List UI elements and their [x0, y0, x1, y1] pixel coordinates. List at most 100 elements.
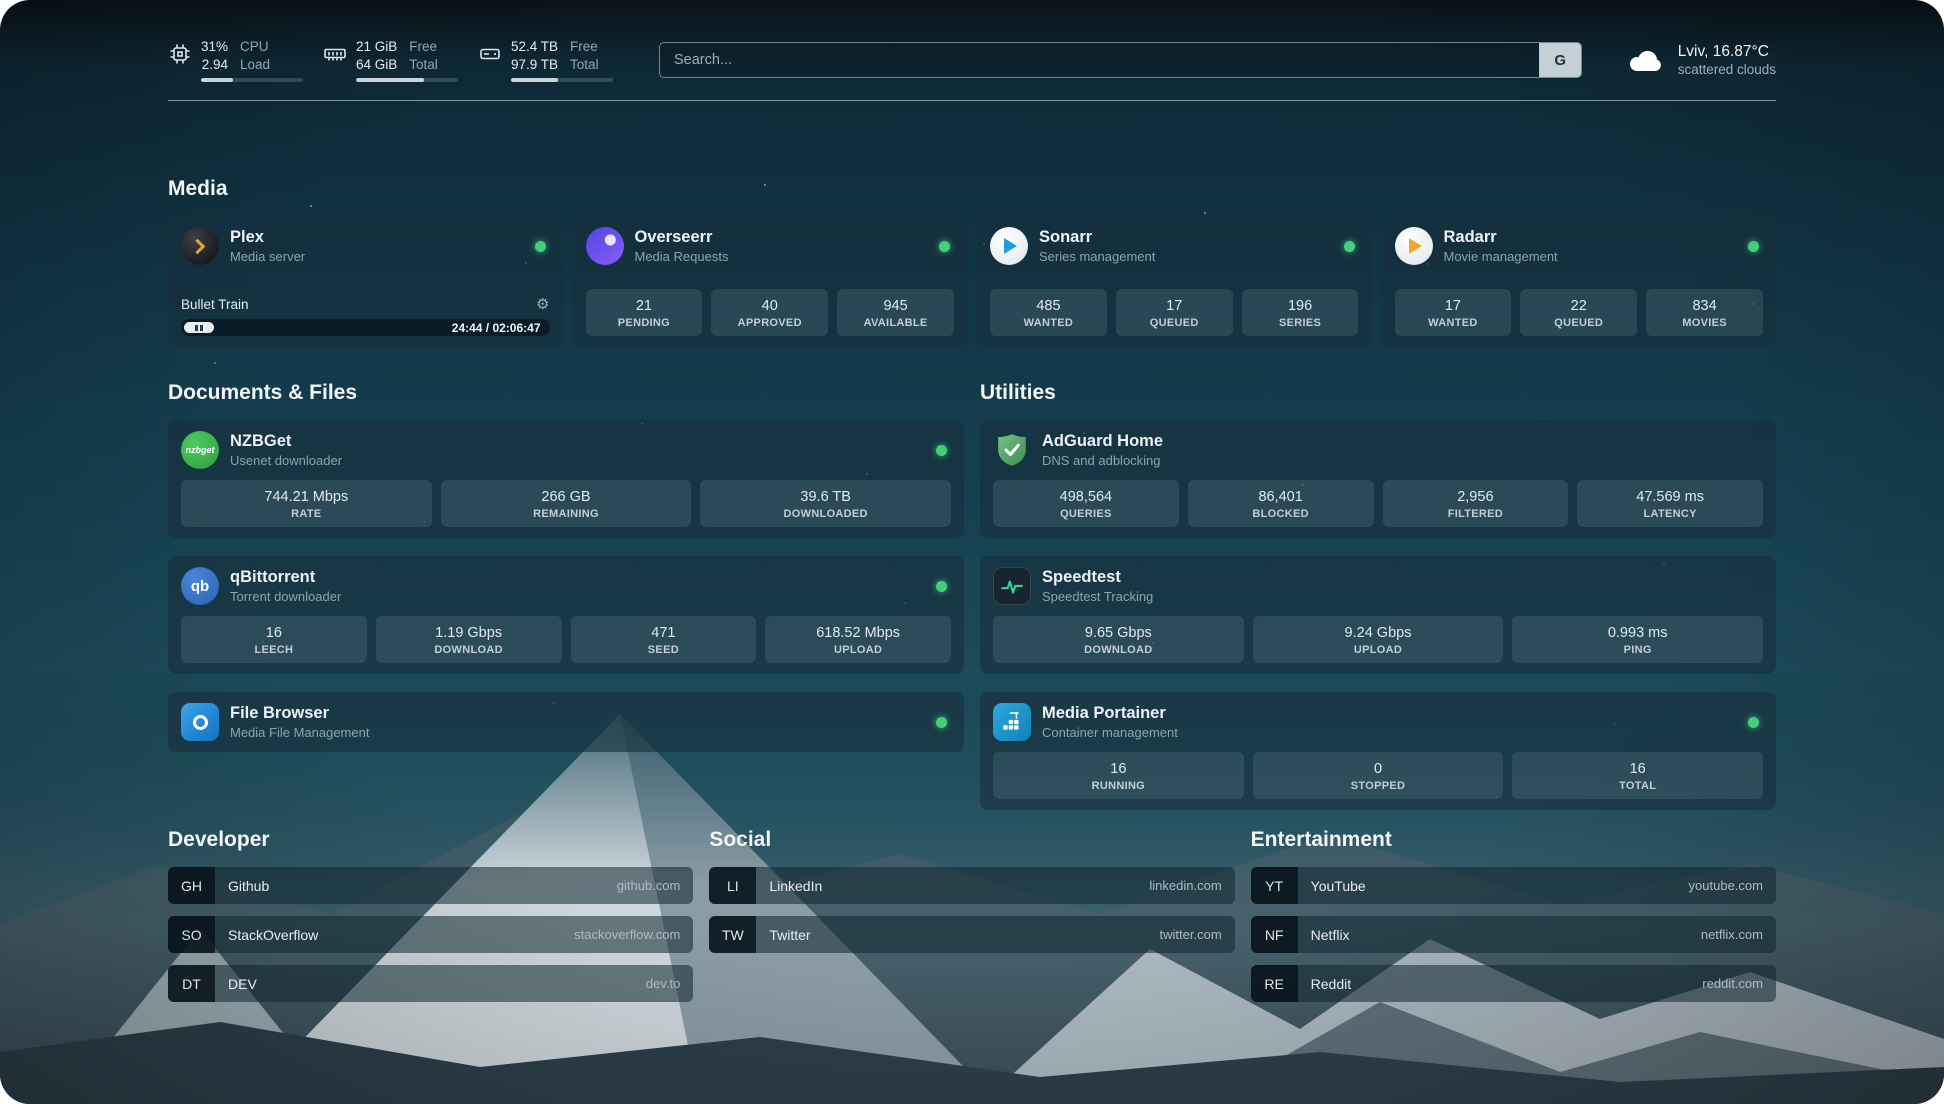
bookmark-group-social: Social LI LinkedIn linkedin.com TW Twitt…	[709, 828, 1234, 1014]
service-desc: DNS and adblocking	[1042, 452, 1163, 469]
service-desc: Media Requests	[635, 248, 729, 265]
service-card-sonarr[interactable]: Sonarr Series management 485WANTED 17QUE…	[977, 216, 1372, 347]
stat-tile: 834MOVIES	[1646, 289, 1763, 336]
service-name: Overseerr	[635, 227, 729, 248]
stat-tile: 471SEED	[571, 616, 757, 663]
bookmark-abbr: NF	[1251, 916, 1298, 953]
header-divider	[168, 100, 1776, 101]
now-playing-title: Bullet Train	[181, 297, 249, 312]
service-card-nzbget[interactable]: nzbget NZBGet Usenet downloader 744.21 M…	[168, 420, 964, 538]
service-card-overseerr[interactable]: Overseerr Media Requests 21PENDING 40APP…	[573, 216, 968, 347]
speedtest-icon	[993, 567, 1031, 605]
pause-button[interactable]	[184, 322, 214, 333]
disk-free: 52.4 TB	[511, 38, 558, 55]
radarr-icon	[1395, 227, 1433, 265]
sonarr-icon	[990, 227, 1028, 265]
bookmark-url: linkedin.com	[1149, 878, 1234, 893]
portainer-whale-icon	[993, 703, 1031, 741]
stat-tile: 196SERIES	[1242, 289, 1359, 336]
bookmark-name: Reddit	[1298, 976, 1351, 992]
cpu-progress-bar	[201, 78, 303, 82]
status-dot	[936, 445, 947, 456]
adguard-shield-icon	[993, 431, 1031, 469]
bookmark-abbr: GH	[168, 867, 215, 904]
stat-tile: 22QUEUED	[1520, 289, 1637, 336]
weather-condition: scattered clouds	[1678, 61, 1776, 78]
bookmark-url: youtube.com	[1689, 878, 1776, 893]
stat-tile: 39.6 TBDOWNLOADED	[700, 480, 951, 527]
weather-location: Lviv, 16.87°C	[1678, 42, 1776, 61]
bookmark-netflix[interactable]: NF Netflix netflix.com	[1251, 916, 1776, 953]
dashboard-screen: 31% CPU 2.94 Load 21 GiB Free	[0, 0, 1944, 1104]
bookmark-url: netflix.com	[1701, 927, 1776, 942]
cpu-widget: 31% CPU 2.94 Load	[168, 38, 303, 82]
section-title-utilities: Utilities	[980, 381, 1776, 405]
service-name: Media Portainer	[1042, 703, 1178, 724]
bookmark-url: stackoverflow.com	[574, 927, 693, 942]
bookmark-name: DEV	[215, 976, 257, 992]
weather-widget: Lviv, 16.87°C scattered clouds	[1626, 42, 1776, 78]
stat-tile: 17QUEUED	[1116, 289, 1233, 336]
stat-tile: 16TOTAL	[1512, 752, 1763, 799]
bookmark-twitter[interactable]: TW Twitter twitter.com	[709, 916, 1234, 953]
bookmark-dev[interactable]: DT DEV dev.to	[168, 965, 693, 1002]
overseerr-icon	[586, 227, 624, 265]
bookmark-abbr: TW	[709, 916, 756, 953]
stat-tile: 9.24 GbpsUPLOAD	[1253, 616, 1504, 663]
bookmark-group-entertainment: Entertainment YT YouTube youtube.com NF …	[1251, 828, 1776, 1014]
service-card-filebrowser[interactable]: File Browser Media File Management	[168, 692, 964, 752]
service-card-adguard[interactable]: AdGuard Home DNS and adblocking 498,564Q…	[980, 420, 1776, 538]
service-name: Sonarr	[1039, 227, 1155, 248]
section-title-media: Media	[168, 177, 1776, 201]
bookmark-abbr: RE	[1251, 965, 1298, 1002]
bookmark-reddit[interactable]: RE Reddit reddit.com	[1251, 965, 1776, 1002]
stat-tile: 266 GBREMAINING	[441, 480, 692, 527]
nzbget-icon: nzbget	[181, 431, 219, 469]
bookmark-abbr: YT	[1251, 867, 1298, 904]
bookmark-name: Github	[215, 878, 269, 894]
top-bar: 31% CPU 2.94 Load 21 GiB Free	[168, 0, 1776, 82]
service-card-speedtest[interactable]: Speedtest Speedtest Tracking 9.65 GbpsDO…	[980, 556, 1776, 674]
bookmark-github[interactable]: GH Github github.com	[168, 867, 693, 904]
cpu-load: 2.94	[201, 56, 228, 73]
bookmark-stackoverflow[interactable]: SO StackOverflow stackoverflow.com	[168, 916, 693, 953]
service-card-qbittorrent[interactable]: qb qBittorrent Torrent downloader 16LEEC…	[168, 556, 964, 674]
cpu-chip-icon	[168, 42, 192, 66]
status-dot	[535, 241, 546, 252]
stat-tile: 2,956FILTERED	[1383, 480, 1569, 527]
stat-tile: 86,401BLOCKED	[1188, 480, 1374, 527]
service-card-portainer[interactable]: Media Portainer Container management 16R…	[980, 692, 1776, 810]
service-card-plex[interactable]: Plex Media server Bullet Train ⚙ 24:44 /…	[168, 216, 563, 347]
bookmarks-grid: Developer GH Github github.com SO StackO…	[168, 828, 1776, 1014]
search-provider-button[interactable]: G	[1539, 43, 1581, 77]
search-input[interactable]	[660, 43, 1539, 77]
service-desc: Movie management	[1444, 248, 1558, 265]
search-bar: G	[659, 42, 1582, 78]
qbittorrent-icon: qb	[181, 567, 219, 605]
stat-tile: 618.52 MbpsUPLOAD	[765, 616, 951, 663]
stat-tile: 0STOPPED	[1253, 752, 1504, 799]
disk-drive-icon	[478, 42, 502, 66]
status-dot	[1748, 241, 1759, 252]
cpu-label: CPU	[240, 38, 270, 55]
service-card-radarr[interactable]: Radarr Movie management 17WANTED 22QUEUE…	[1382, 216, 1777, 347]
playback-time: 24:44 / 02:06:47	[452, 321, 550, 335]
stat-tile: 498,564QUERIES	[993, 480, 1179, 527]
stat-tile: 0.993 msPING	[1512, 616, 1763, 663]
bookmark-url: twitter.com	[1160, 927, 1235, 942]
service-desc: Media File Management	[230, 724, 369, 741]
disk-progress-bar	[511, 78, 613, 82]
bookmark-name: Twitter	[756, 927, 810, 943]
service-name: NZBGet	[230, 431, 342, 452]
settings-gear-icon[interactable]: ⚙	[536, 297, 549, 312]
filebrowser-icon	[181, 703, 219, 741]
bookmark-abbr: LI	[709, 867, 756, 904]
bookmark-name: Netflix	[1298, 927, 1350, 943]
playback-progress-bar: 24:44 / 02:06:47	[181, 319, 550, 336]
bookmark-abbr: DT	[168, 965, 215, 1002]
stat-tile: 16RUNNING	[993, 752, 1244, 799]
stat-tile: 17WANTED	[1395, 289, 1512, 336]
bookmark-linkedin[interactable]: LI LinkedIn linkedin.com	[709, 867, 1234, 904]
bookmark-youtube[interactable]: YT YouTube youtube.com	[1251, 867, 1776, 904]
status-dot	[936, 581, 947, 592]
